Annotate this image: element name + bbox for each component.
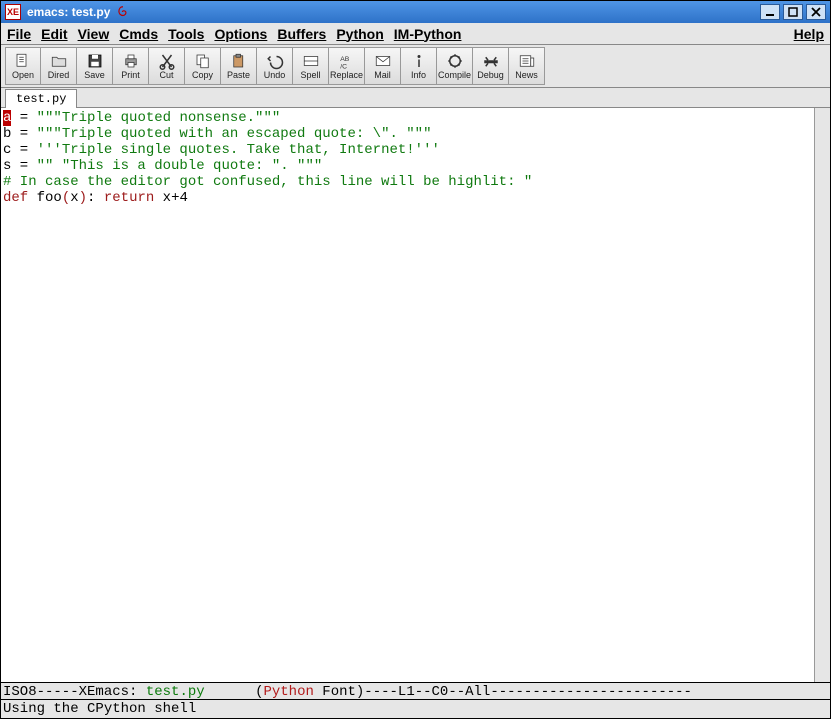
cut-button[interactable]: Cut	[149, 47, 185, 85]
compile-button[interactable]: Compile	[437, 47, 473, 85]
string-literal: """Triple quoted with an escaped quote: …	[37, 126, 432, 142]
replace-icon: AB/C	[337, 52, 357, 70]
print-button[interactable]: Print	[113, 47, 149, 85]
copy-icon	[193, 52, 213, 70]
string-literal: "" "This is a double quote: ". """	[37, 158, 323, 174]
comment: # In case the editor got confused, this …	[3, 174, 532, 190]
code-text: :	[87, 190, 104, 206]
toolbar-label: Undo	[264, 71, 286, 80]
mail-icon	[373, 52, 393, 70]
toolbar-label: Spell	[300, 71, 320, 80]
code-text: c =	[3, 142, 37, 158]
modeline-mode2: Font	[314, 684, 356, 700]
modeline-gap: (	[205, 684, 264, 700]
paren: (	[62, 190, 70, 206]
toolbar-label: Replace	[330, 71, 363, 80]
toolbar-label: Save	[84, 71, 105, 80]
keyword: return	[104, 190, 154, 206]
news-button[interactable]: News	[509, 47, 545, 85]
save-icon	[85, 52, 105, 70]
save-button[interactable]: Save	[77, 47, 113, 85]
editor-area: a = """Triple quoted nonsense.""" b = ""…	[1, 108, 830, 682]
toolbar-label: Info	[411, 71, 426, 80]
toolbar: Open Dired Save Print Cut Copy Paste Undo Spell A…	[1, 45, 830, 88]
maximize-button[interactable]	[783, 4, 803, 20]
code-text: =	[11, 110, 36, 126]
toolbar-label: Print	[121, 71, 140, 80]
svg-text:AB: AB	[340, 56, 350, 63]
minimize-button[interactable]	[760, 4, 780, 20]
modeline-encoding: ISO8-----	[3, 684, 79, 700]
toolbar-label: News	[515, 71, 538, 80]
menu-im-python[interactable]: IM-Python	[394, 26, 462, 42]
open-button[interactable]: Open	[5, 47, 41, 85]
window-title: emacs: test.py	[27, 5, 110, 19]
app-window: XE emacs: test.py File Edit View Cmds To…	[0, 0, 831, 719]
cut-icon	[157, 52, 177, 70]
string-literal: '''Triple single quotes. Take that, Inte…	[37, 142, 440, 158]
menubar: File Edit View Cmds Tools Options Buffer…	[1, 23, 830, 45]
toolbar-label: Debug	[477, 71, 504, 80]
toolbar-label: Copy	[192, 71, 213, 80]
editor[interactable]: a = """Triple quoted nonsense.""" b = ""…	[1, 108, 814, 682]
menu-python[interactable]: Python	[336, 26, 383, 42]
folder-icon	[49, 52, 69, 70]
menu-help[interactable]: Help	[794, 26, 824, 42]
menu-cmds[interactable]: Cmds	[119, 26, 158, 42]
debian-swirl-icon	[116, 5, 130, 19]
modeline-filename: test.py	[146, 684, 205, 700]
info-icon	[409, 52, 429, 70]
tab-bar: test.py	[1, 88, 830, 108]
paste-icon	[229, 52, 249, 70]
vertical-scrollbar[interactable]	[814, 108, 830, 682]
spell-button[interactable]: Spell	[293, 47, 329, 85]
modeline-mode: Python	[263, 684, 313, 700]
close-button[interactable]	[806, 4, 826, 20]
undo-icon	[265, 52, 285, 70]
code-text: b =	[3, 126, 37, 142]
replace-button[interactable]: AB/CReplace	[329, 47, 365, 85]
toolbar-label: Paste	[227, 71, 250, 80]
code-text: x+4	[154, 190, 188, 206]
string-literal: """Triple quoted nonsense."""	[37, 110, 281, 126]
modeline-position: )----L1--C0--All------------------------	[356, 684, 692, 700]
titlebar[interactable]: XE emacs: test.py	[1, 1, 830, 23]
menu-edit[interactable]: Edit	[41, 26, 67, 42]
minibuffer[interactable]: Using the CPython shell	[1, 700, 830, 718]
code-text: foo	[28, 190, 62, 206]
open-icon	[13, 52, 33, 70]
menu-view[interactable]: View	[78, 26, 110, 42]
code-text: x	[70, 190, 78, 206]
keyword: def	[3, 190, 28, 206]
debug-button[interactable]: Debug	[473, 47, 509, 85]
toolbar-label: Cut	[159, 71, 173, 80]
modeline: ISO8-----XEmacs: test.py (Python Font)--…	[1, 682, 830, 700]
menu-file[interactable]: File	[7, 26, 31, 42]
modeline-app: XEmacs:	[79, 684, 146, 700]
tab-test-py[interactable]: test.py	[5, 89, 77, 108]
code-text: s =	[3, 158, 37, 174]
menu-buffers[interactable]: Buffers	[277, 26, 326, 42]
debug-icon	[481, 52, 501, 70]
paste-button[interactable]: Paste	[221, 47, 257, 85]
print-icon	[121, 52, 141, 70]
toolbar-label: Dired	[48, 71, 70, 80]
toolbar-label: Compile	[438, 71, 471, 80]
copy-button[interactable]: Copy	[185, 47, 221, 85]
app-icon: XE	[5, 4, 21, 20]
toolbar-label: Mail	[374, 71, 391, 80]
mail-button[interactable]: Mail	[365, 47, 401, 85]
news-icon	[517, 52, 537, 70]
undo-button[interactable]: Undo	[257, 47, 293, 85]
menu-options[interactable]: Options	[214, 26, 267, 42]
info-button[interactable]: Info	[401, 47, 437, 85]
spell-icon	[301, 52, 321, 70]
paren: )	[79, 190, 87, 206]
compile-icon	[445, 52, 465, 70]
toolbar-label: Open	[12, 71, 34, 80]
dired-button[interactable]: Dired	[41, 47, 77, 85]
menu-tools[interactable]: Tools	[168, 26, 204, 42]
